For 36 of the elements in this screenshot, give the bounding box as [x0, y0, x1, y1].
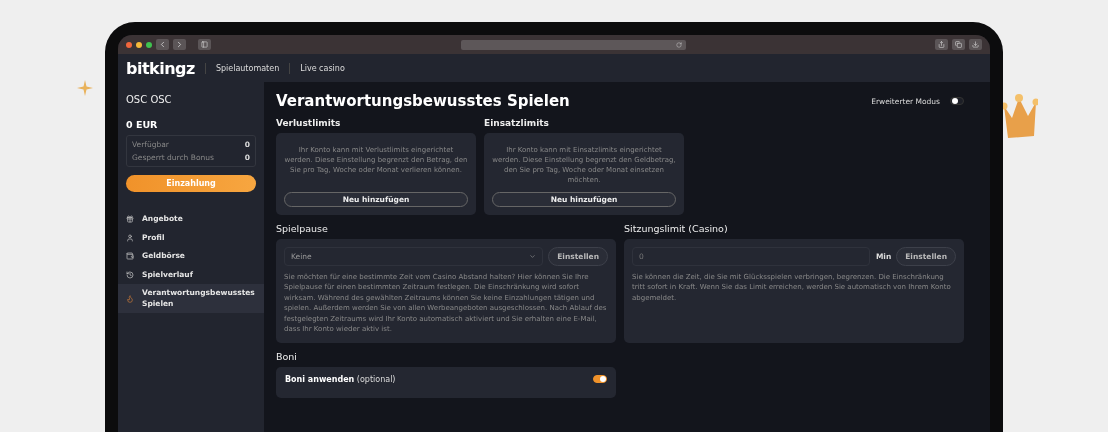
back-button[interactable]: [156, 39, 169, 50]
maximize-dot[interactable]: [146, 41, 152, 48]
share-button[interactable]: [935, 39, 948, 50]
chevron-left-icon: [158, 40, 167, 49]
chevron-down-icon: [529, 252, 537, 260]
nav-icon: [126, 233, 134, 242]
page-title: Verantwortungsbewusstes Spielen: [276, 92, 570, 110]
nav-icon: [126, 270, 134, 279]
nav-icon: [126, 215, 134, 224]
close-dot[interactable]: [126, 41, 132, 48]
tabs-icon: [955, 41, 962, 48]
nav-icon: [126, 294, 134, 303]
logo[interactable]: bitkingz: [126, 58, 195, 78]
section-heading: Boni: [276, 350, 298, 362]
download-button[interactable]: [969, 39, 982, 50]
tabs-button[interactable]: [952, 39, 965, 50]
toggle-switch[interactable]: [950, 97, 964, 105]
bonus-label: Boni anwenden (optional): [285, 374, 396, 384]
section-heading: Sitzungslimit (Casino): [624, 222, 729, 234]
nav-link[interactable]: Spielautomaten: [215, 63, 280, 73]
sidebar-button[interactable]: [198, 39, 211, 50]
nav-link[interactable]: Live casino: [300, 63, 345, 73]
minimize-dot[interactable]: [136, 41, 142, 48]
download-icon: [972, 41, 979, 48]
sparkle-icon: [77, 80, 93, 96]
panel-icon: [201, 41, 208, 48]
section-heading: Einsatzlimits: [484, 118, 550, 128]
user-name: OSC OSC: [125, 94, 173, 105]
forward-button[interactable]: [173, 39, 186, 50]
nav-icon: [126, 252, 134, 261]
balance: 0 EUR: [125, 119, 159, 130]
section-heading: Spielpause: [276, 222, 329, 234]
toggle-switch[interactable]: [593, 375, 607, 384]
share-icon: [938, 41, 945, 48]
chevron-right-icon: [175, 40, 184, 49]
section-heading: Verlustlimits: [276, 118, 342, 128]
